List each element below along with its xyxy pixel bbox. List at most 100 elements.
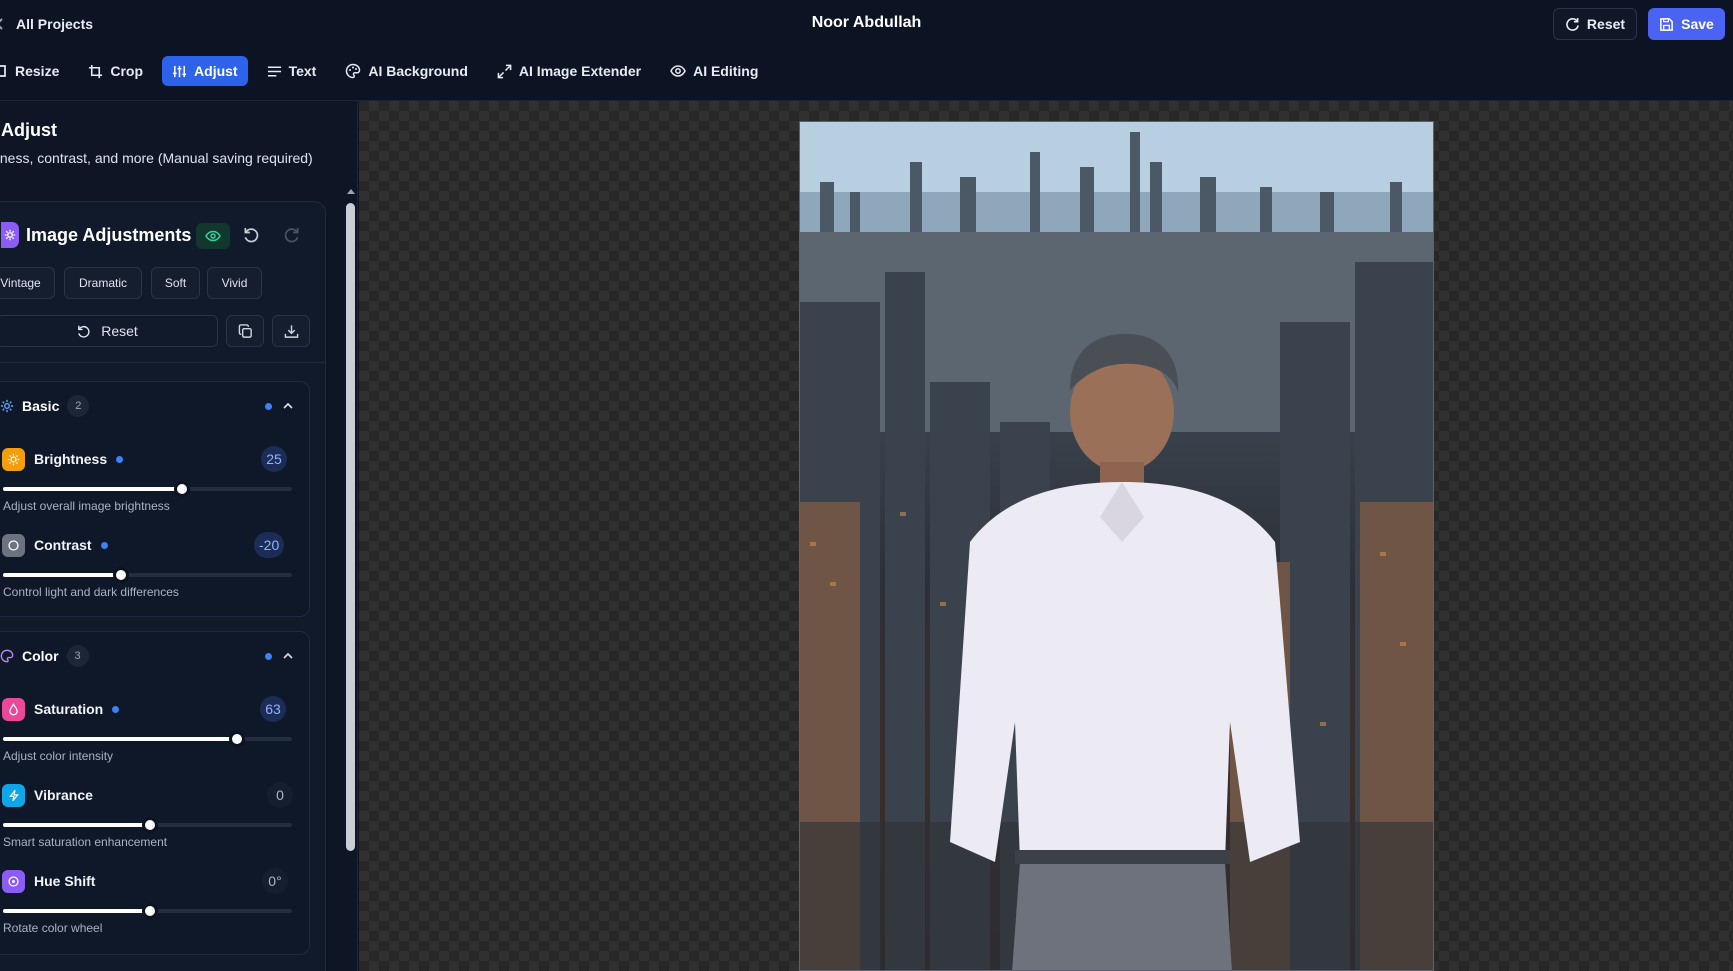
panel-subtitle: tness, contrast, and more (Manual saving…	[0, 150, 313, 166]
tool-ai-image-extender[interactable]: AI Image Extender	[487, 56, 651, 86]
project-title: Noor Abdullah	[811, 14, 922, 31]
reset-adjustments-button[interactable]: Reset	[0, 315, 218, 347]
tool-crop-label: Crop	[110, 63, 144, 79]
image-adjustments-title: Image Adjustments	[26, 225, 192, 245]
palette-icon	[345, 63, 361, 79]
contrast-value[interactable]: -20	[254, 532, 285, 558]
hue-shift-slider-fill	[3, 909, 151, 913]
preset-vintage-button[interactable]: Vintage	[0, 267, 55, 299]
tool-crop[interactable]: Crop	[78, 56, 153, 86]
contrast-control: Contrast	[2, 532, 108, 558]
tool-ai-image-extender-label: AI Image Extender	[518, 63, 642, 79]
saturation-value[interactable]: 63	[260, 696, 286, 722]
vibrance-help: Smart saturation enhancement	[3, 835, 168, 849]
contrast-slider-fill	[3, 573, 122, 577]
canvas-area[interactable]	[359, 101, 1733, 971]
saturation-help: Adjust color intensity	[3, 749, 114, 763]
basic-section-label: Basic	[22, 398, 60, 414]
header-reset-label: Reset	[1586, 16, 1626, 32]
tool-ai-editing[interactable]: AI Editing	[660, 56, 768, 86]
eye-icon	[205, 228, 221, 244]
color-section-header[interactable]: Color 3	[0, 644, 89, 668]
hue-shift-control: Hue Shift	[2, 868, 95, 894]
sliders-icon	[172, 64, 187, 79]
tool-ai-editing-label: AI Editing	[693, 63, 759, 79]
copy-icon	[238, 323, 253, 339]
brightness-slider[interactable]	[3, 481, 292, 497]
save-icon	[1659, 17, 1674, 32]
palette-icon	[0, 649, 14, 663]
copy-settings-button[interactable]	[226, 315, 264, 347]
expand-icon	[497, 64, 512, 79]
vibrance-slider[interactable]	[3, 817, 292, 833]
saturation-label: Saturation	[34, 701, 104, 717]
circle-half-icon	[2, 533, 25, 557]
color-section-label: Color	[22, 648, 59, 664]
panel-title: Adjust	[1, 120, 57, 140]
contrast-slider[interactable]	[3, 567, 292, 583]
hue-shift-value[interactable]: 0°	[262, 868, 288, 894]
refresh-icon	[1565, 17, 1580, 32]
brightness-help: Adjust overall image brightness	[3, 499, 170, 513]
resize-icon	[0, 63, 8, 79]
download-icon	[284, 324, 299, 339]
panel-scrollbar[interactable]	[344, 189, 357, 971]
redo-button[interactable]	[283, 226, 301, 244]
saturation-modified-dot	[112, 705, 120, 713]
undo-icon	[242, 226, 260, 244]
scroll-up-arrow-icon[interactable]	[347, 189, 355, 194]
eye-icon	[670, 63, 686, 79]
chevron-up-icon[interactable]	[282, 399, 294, 417]
tool-adjust[interactable]: Adjust	[162, 56, 248, 86]
toggle-visibility-button[interactable]	[196, 223, 230, 249]
contrast-modified-dot	[100, 541, 108, 549]
save-label: Save	[1681, 16, 1714, 32]
tool-adjust-label: Adjust	[194, 63, 238, 79]
preset-vivid-button[interactable]: Vivid	[207, 267, 262, 299]
saturation-slider-thumb[interactable]	[229, 731, 246, 747]
tool-ai-background-label: AI Background	[368, 63, 468, 79]
scrollbar-thumb[interactable]	[346, 203, 355, 851]
saturation-slider[interactable]	[3, 731, 292, 747]
crop-icon	[88, 64, 103, 79]
chevron-up-icon[interactable]	[282, 649, 294, 667]
undo-button[interactable]	[242, 226, 260, 244]
brightness-control: Brightness	[2, 446, 124, 472]
contrast-help: Control light and dark differences	[3, 585, 179, 599]
reset-adjustments-label: Reset	[101, 323, 138, 339]
brightness-label: Brightness	[34, 451, 108, 467]
adjust-panel: Adjust tness, contrast, and more (Manual…	[0, 101, 358, 971]
save-button[interactable]: Save	[1648, 8, 1725, 40]
brightness-modified-dot	[116, 455, 124, 463]
preset-soft-button[interactable]: Soft	[151, 267, 200, 299]
download-button[interactable]	[272, 315, 310, 347]
header-reset-button[interactable]: Reset	[1553, 8, 1637, 40]
redo-icon	[283, 226, 301, 244]
tool-text-label: Text	[288, 63, 317, 79]
edited-photo[interactable]	[799, 121, 1434, 971]
tool-text[interactable]: Text	[257, 56, 327, 86]
top-bar: All Projects Noor Abdullah Reset Save	[0, 0, 1733, 47]
preset-dramatic-button[interactable]: Dramatic	[64, 267, 142, 299]
color-wheel-icon	[2, 869, 25, 893]
tool-resize[interactable]: Resize	[0, 56, 69, 86]
tool-ai-background[interactable]: AI Background	[335, 56, 478, 86]
vibrance-value[interactable]: 0	[267, 782, 293, 808]
basic-modified-dot	[265, 403, 272, 410]
adjustments-gear-icon	[1, 222, 19, 248]
vibrance-control: Vibrance	[2, 782, 93, 808]
hue-shift-help: Rotate color wheel	[3, 921, 103, 935]
brightness-value[interactable]: 25	[261, 446, 287, 472]
basic-count-badge: 2	[67, 395, 90, 417]
basic-section-header[interactable]: Basic 2	[0, 394, 90, 418]
saturation-slider-fill	[3, 737, 238, 741]
hue-shift-slider[interactable]	[3, 903, 292, 919]
contrast-label: Contrast	[34, 537, 92, 553]
vibrance-slider-fill	[3, 823, 151, 827]
vibrance-label: Vibrance	[34, 787, 93, 803]
sun-icon	[2, 447, 25, 471]
zap-icon	[2, 783, 25, 807]
brightness-slider-fill	[3, 487, 183, 491]
tool-bar: Resize Crop Adjust Text AI Background AI…	[0, 56, 900, 86]
color-modified-dot	[265, 653, 272, 660]
